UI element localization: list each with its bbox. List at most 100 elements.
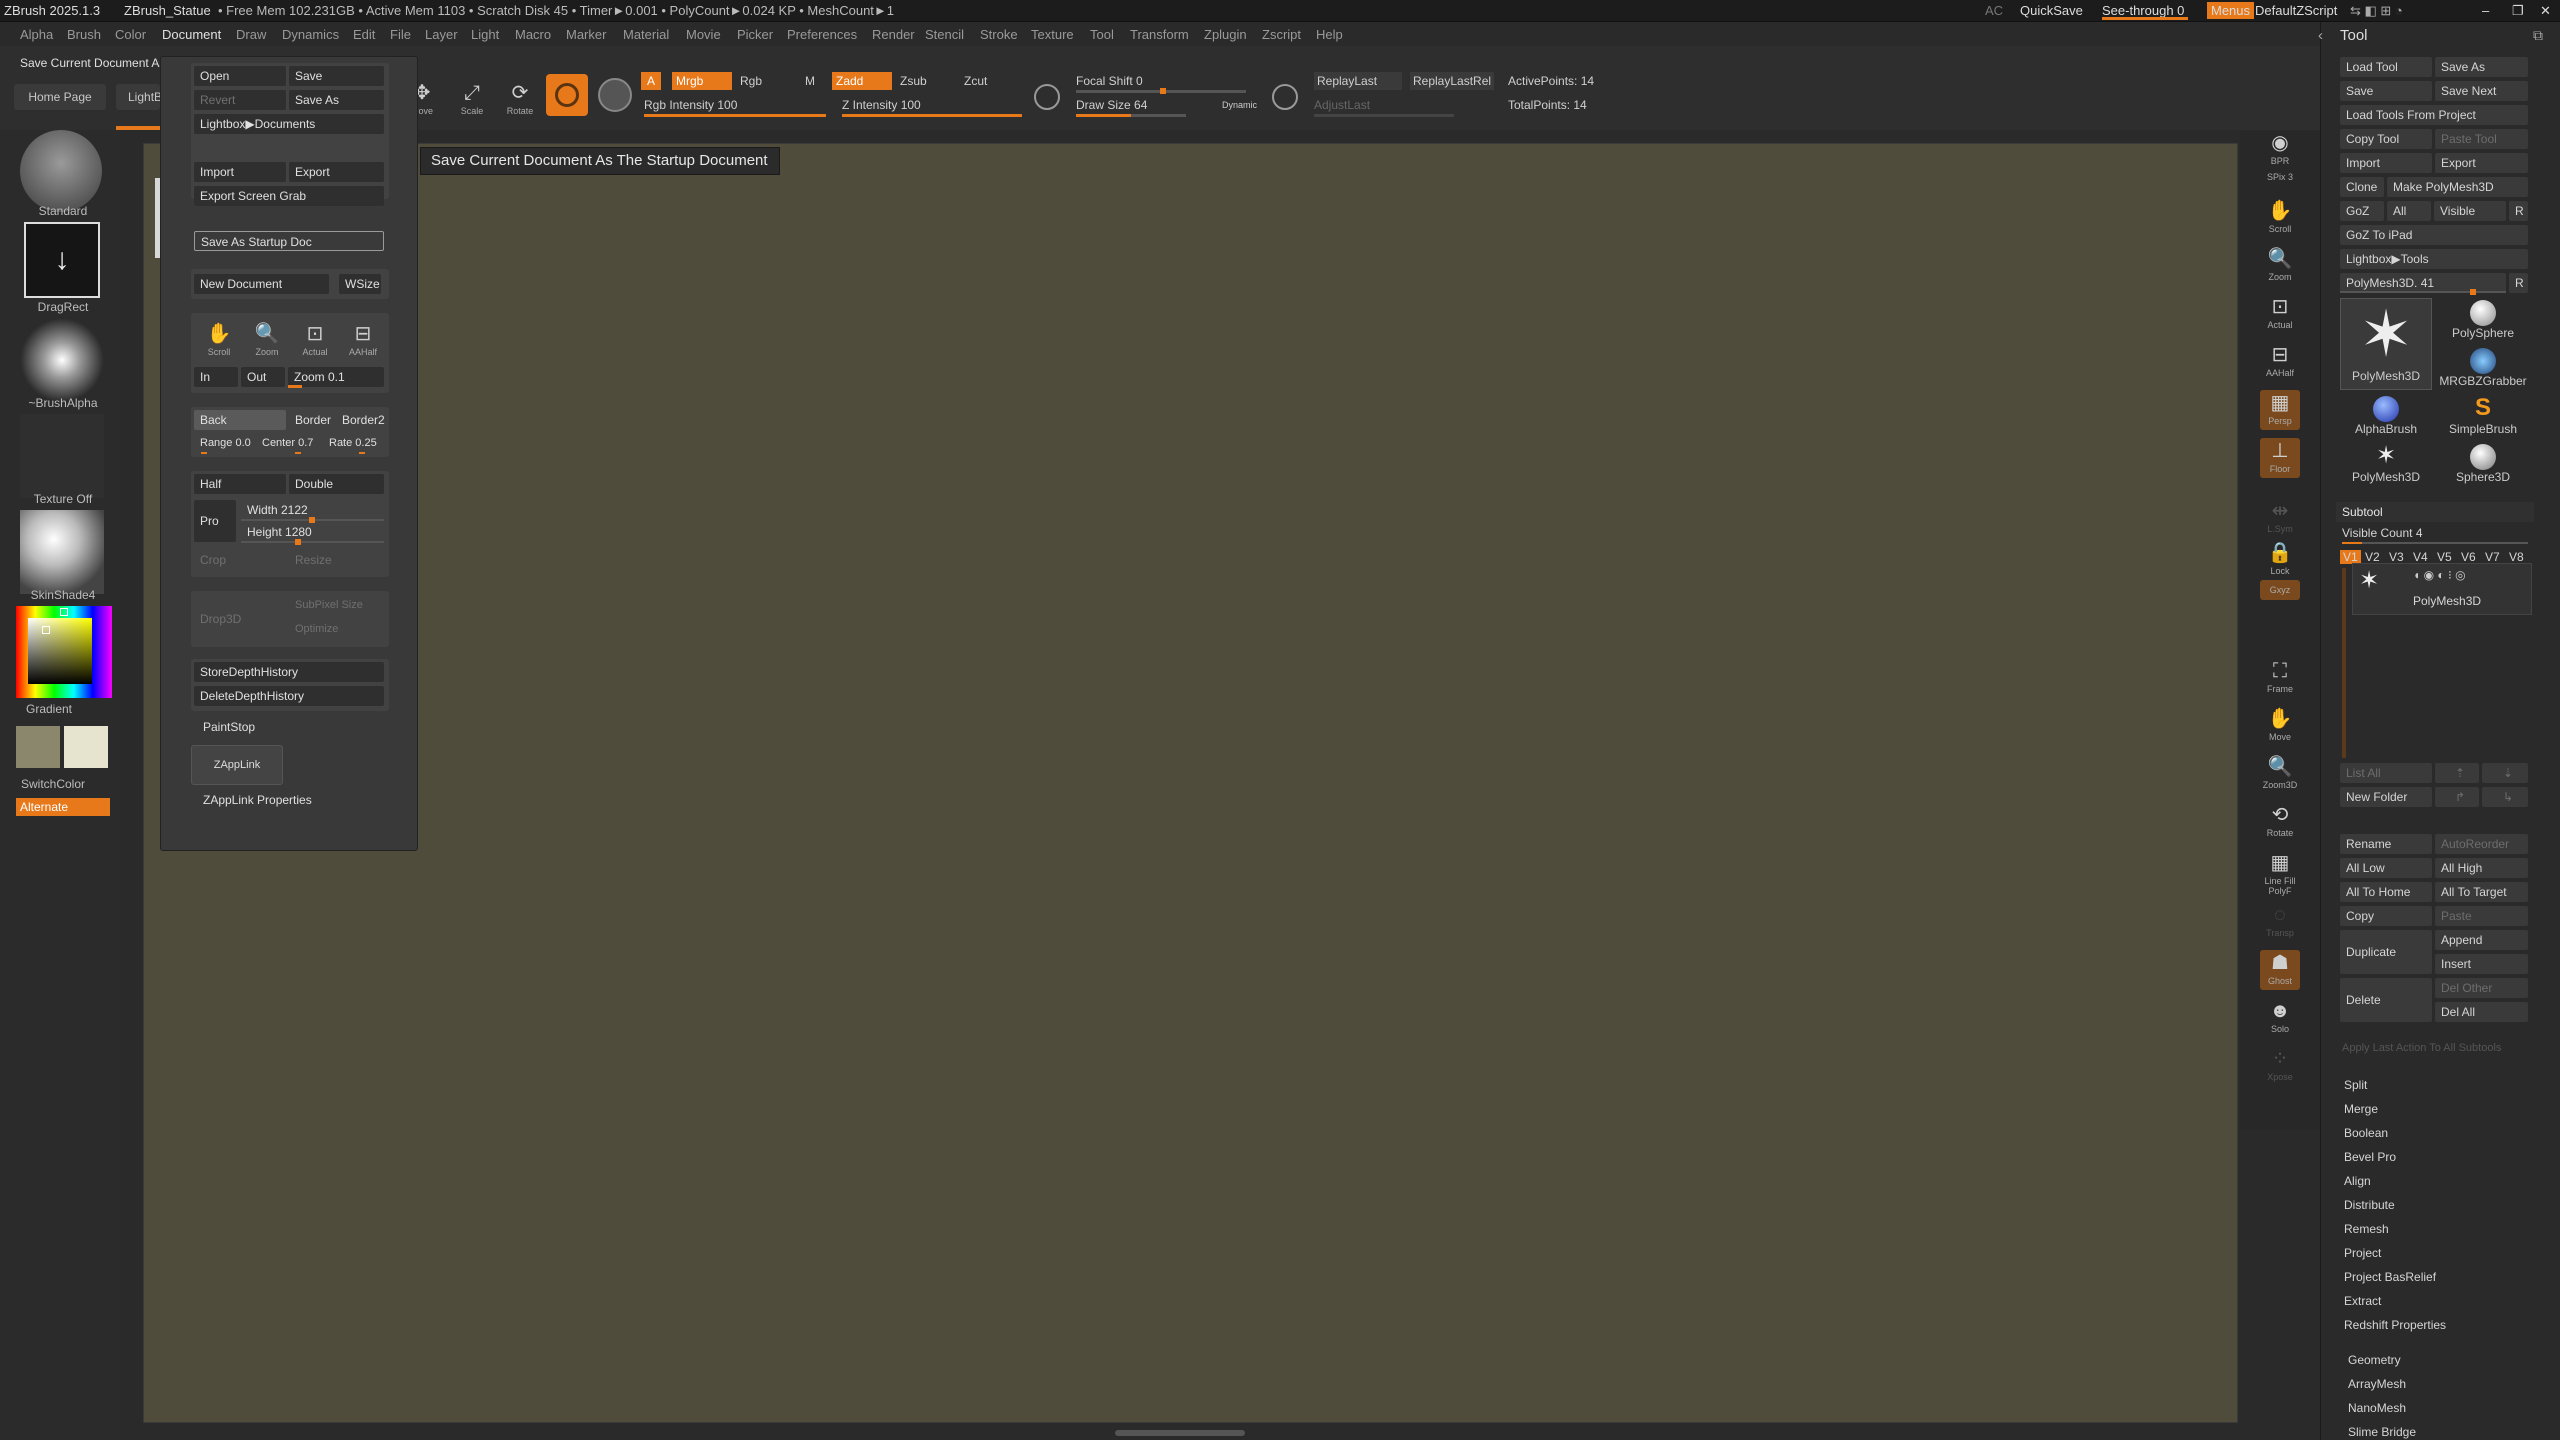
optimize-slider[interactable]: Optimize <box>289 619 384 639</box>
menu-brush[interactable]: Brush <box>67 27 101 42</box>
tool-save-button[interactable]: Save <box>2340 81 2432 101</box>
subtool-item[interactable]: ✶ ◖ ◉ ◐ ⁝ ◎ PolyMesh3D <box>2352 563 2532 615</box>
menu-material[interactable]: Material <box>623 27 669 42</box>
window-icons[interactable]: ⇆ ◧ ⊞ ◔ <box>2350 3 2403 19</box>
menu-color[interactable]: Color <box>115 27 146 42</box>
replay-icon[interactable] <box>1272 84 1298 110</box>
v2-tab[interactable]: V2 <box>2365 550 2380 564</box>
minimize-icon[interactable]: – <box>2482 3 2489 18</box>
folder-in-icon[interactable]: ↱ <box>2435 787 2479 807</box>
folder-out-icon[interactable]: ↳ <box>2482 787 2528 807</box>
rotate3d-icon[interactable]: ⟲ Rotate <box>2260 802 2300 842</box>
subpixel-size-slider[interactable]: SubPixel Size <box>289 595 384 615</box>
scroll-icon[interactable]: ✋ Scroll <box>199 321 239 361</box>
goz-button[interactable]: GoZ <box>2340 201 2384 221</box>
xpose-icon[interactable]: ⁘ Xpose <box>2260 1046 2300 1086</box>
focal-shift-slider[interactable]: Focal Shift 0 <box>1076 72 1143 90</box>
v7-tab[interactable]: V7 <box>2485 550 2500 564</box>
mrgb-button[interactable]: Mrgb <box>672 72 732 90</box>
resize-button[interactable]: Resize <box>289 550 384 570</box>
menu-edit[interactable]: Edit <box>353 27 375 42</box>
scroll-icon[interactable]: ✋ Scroll <box>2260 198 2300 238</box>
save-as-startup-doc-button[interactable]: Save As Startup Doc <box>194 231 384 251</box>
solo-icon[interactable]: ☻ Solo <box>2260 998 2300 1038</box>
rgb-intensity-slider[interactable]: Rgb Intensity 100 <box>644 96 737 114</box>
draw-size-slider[interactable]: Draw Size 64 <box>1076 96 1147 114</box>
project-section[interactable]: Project <box>2344 1246 2381 1260</box>
delete-button[interactable]: Delete <box>2340 978 2432 1022</box>
menu-preferences[interactable]: Preferences <box>787 27 857 42</box>
new-document-button[interactable]: New Document <box>194 274 329 294</box>
lightbox-tools-button[interactable]: Lightbox▶Tools <box>2340 249 2528 269</box>
menu-zscript[interactable]: Zscript <box>1262 27 1301 42</box>
ac-label[interactable]: AC <box>1985 3 2003 18</box>
menu-help[interactable]: Help <box>1316 27 1343 42</box>
clone-button[interactable]: Clone <box>2340 177 2384 197</box>
document-canvas[interactable] <box>143 143 2238 1423</box>
bevel-pro-section[interactable]: Bevel Pro <box>2344 1150 2396 1164</box>
goz-visible-button[interactable]: Visible <box>2434 201 2506 221</box>
visible-count[interactable]: Visible Count 4 <box>2342 526 2423 540</box>
v5-tab[interactable]: V5 <box>2437 550 2452 564</box>
dock-icon[interactable]: ⧉ <box>2533 27 2543 44</box>
nanomesh-section[interactable]: NanoMesh <box>2348 1401 2406 1415</box>
apply-last-action-button[interactable]: Apply Last Action To All Subtools <box>2342 1042 2501 1054</box>
persp-icon[interactable]: ▦ Persp <box>2260 390 2300 430</box>
menu-zplugin[interactable]: Zplugin <box>1204 27 1247 42</box>
switchcolor-button[interactable]: SwitchColor <box>0 777 108 791</box>
v8-tab[interactable]: V8 <box>2509 550 2524 564</box>
merge-section[interactable]: Merge <box>2344 1102 2378 1116</box>
v4-tab[interactable]: V4 <box>2413 550 2428 564</box>
rate-slider[interactable]: Rate 0.25 <box>323 433 387 453</box>
store-depth-history-button[interactable]: StoreDepthHistory <box>194 662 384 682</box>
menu-texture[interactable]: Texture <box>1031 27 1074 42</box>
collapse-icon[interactable]: ‹ <box>2318 27 2323 44</box>
subtool-paste-button[interactable]: Paste <box>2435 906 2528 926</box>
distribute-section[interactable]: Distribute <box>2344 1198 2395 1212</box>
defaultzscript-button[interactable]: DefaultZScript <box>2255 3 2337 18</box>
alternate-button[interactable]: Alternate <box>16 798 110 816</box>
zapplink-button[interactable]: ZAppLink <box>191 745 283 785</box>
home-page-button[interactable]: Home Page <box>14 84 106 110</box>
tool-polysphere[interactable]: PolySphere <box>2437 298 2529 342</box>
make-polymesh-button[interactable]: Make PolyMesh3D <box>2387 177 2528 197</box>
save-as-button[interactable]: Save As <box>289 90 384 110</box>
move-up-icon[interactable]: ⇡ <box>2435 763 2479 783</box>
rotate-icon[interactable]: ⟳ Rotate <box>500 80 540 120</box>
tool-sphere3d[interactable]: Sphere3D <box>2437 442 2529 486</box>
lock-icon[interactable]: 🔒 Lock <box>2260 540 2300 580</box>
open-button[interactable]: Open <box>194 66 286 86</box>
list-all-button[interactable]: List All <box>2340 763 2432 783</box>
close-icon[interactable]: ✕ <box>2540 3 2551 19</box>
duplicate-button[interactable]: Duplicate <box>2340 930 2432 974</box>
new-folder-button[interactable]: New Folder <box>2340 787 2432 807</box>
dragrect-stroke-icon[interactable]: ↓ <box>24 222 100 298</box>
gxyz-toggle[interactable]: Gxyz <box>2260 580 2300 600</box>
polymesh-slider[interactable]: PolyMesh3D. 41 <box>2340 273 2506 293</box>
menu-tool[interactable]: Tool <box>1090 27 1114 42</box>
z-intensity-slider[interactable]: Z Intensity 100 <box>842 96 921 114</box>
all-low-button[interactable]: All Low <box>2340 858 2432 878</box>
menus-button[interactable]: Menus <box>2207 2 2255 19</box>
menu-file[interactable]: File <box>390 27 411 42</box>
paintstop-button[interactable]: PaintStop <box>203 720 255 734</box>
m-button[interactable]: M <box>805 72 815 90</box>
zcut-button[interactable]: Zcut <box>964 72 987 90</box>
import-button[interactable]: Import <box>194 162 286 182</box>
zoom-icon[interactable]: 🔍 Zoom <box>2260 246 2300 286</box>
border-button[interactable]: Border <box>289 410 335 430</box>
skinshade-material-icon[interactable] <box>20 510 104 594</box>
move3d-icon[interactable]: ✋ Move <box>2260 706 2300 746</box>
slime-bridge-section[interactable]: Slime Bridge <box>2348 1425 2416 1439</box>
goz-r-button[interactable]: R <box>2509 201 2528 221</box>
align-section[interactable]: Align <box>2344 1174 2371 1188</box>
bpr-icon[interactable]: ◉ BPR <box>2260 130 2300 170</box>
quicksave-button[interactable]: QuickSave <box>2020 3 2083 18</box>
scale-icon[interactable]: ⤢ Scale <box>452 80 492 120</box>
del-all-button[interactable]: Del All <box>2435 1002 2528 1022</box>
actual-icon[interactable]: ⊡ Actual <box>295 321 335 361</box>
project-basrelief-section[interactable]: Project BasRelief <box>2344 1270 2436 1284</box>
goz-all-button[interactable]: All <box>2387 201 2431 221</box>
split-section[interactable]: Split <box>2344 1078 2367 1092</box>
main-color-swatch[interactable] <box>16 726 60 768</box>
